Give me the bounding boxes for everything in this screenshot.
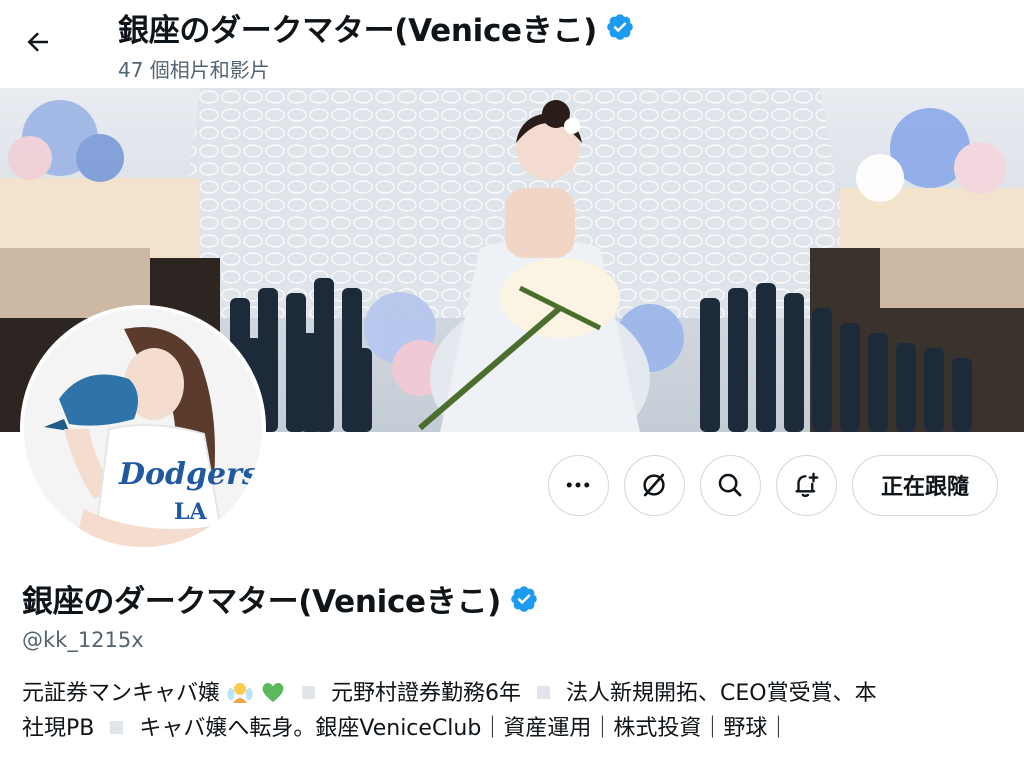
bio-text: 社現PB xyxy=(22,716,95,741)
back-button[interactable] xyxy=(18,22,58,62)
header-title: 銀座のダークマター(Veniceきこ) xyxy=(118,12,598,49)
bell-plus-icon xyxy=(795,472,819,498)
search-button[interactable] xyxy=(699,454,761,516)
header-title-row: 銀座のダークマター(Veniceきこ) xyxy=(118,6,635,49)
arrow-left-icon xyxy=(27,32,48,52)
profile-name-row: 銀座のダークマター(Veniceきこ) xyxy=(22,576,539,621)
profile-avatar[interactable]: Dodgers LA xyxy=(20,305,266,551)
grok-button[interactable] xyxy=(623,454,685,516)
profile-bio: 元証券マンキャバ嬢 元野村證券勤務6年 法人新規開拓、CEO賞受賞、本 社現PB… xyxy=(22,676,1002,746)
separator-square xyxy=(302,686,316,699)
following-button[interactable]: 正在跟隨 xyxy=(851,454,998,516)
separator-square xyxy=(110,721,124,734)
bio-text: キャバ嬢へ転身。銀座VeniceClub｜資産運用｜株式投資｜野球｜ xyxy=(139,716,790,741)
more-dots-icon xyxy=(567,482,590,488)
top-bar: 銀座のダークマター(Veniceきこ) 47 個相片和影片 xyxy=(0,0,1024,88)
verified-badge-icon xyxy=(605,12,635,42)
profile-actions: 正在跟隨 xyxy=(547,454,998,516)
separator-square xyxy=(537,686,551,699)
grok-icon xyxy=(643,473,666,497)
header-subtitle: 47 個相片和影片 xyxy=(118,58,270,82)
green-heart-emoji-icon xyxy=(262,682,284,702)
fairy-emoji-icon xyxy=(227,683,253,703)
svg-text:Dodgers: Dodgers xyxy=(118,457,259,492)
bio-text: 元野村證券勤務6年 xyxy=(331,681,522,706)
bio-text: 法人新規開拓、CEO賞受賞、本 xyxy=(566,681,877,706)
more-button[interactable] xyxy=(547,454,609,516)
bio-text: 元証券マンキャバ嬢 xyxy=(22,681,221,706)
verified-badge-icon[interactable] xyxy=(509,584,539,614)
profile-handle: @kk_1215x xyxy=(22,628,144,652)
avatar-photo: Dodgers LA xyxy=(24,309,262,547)
notifications-button[interactable] xyxy=(775,454,837,516)
svg-text:LA: LA xyxy=(174,499,207,525)
profile-display-name: 銀座のダークマター(Veniceきこ) xyxy=(22,584,502,620)
search-icon xyxy=(719,473,742,497)
